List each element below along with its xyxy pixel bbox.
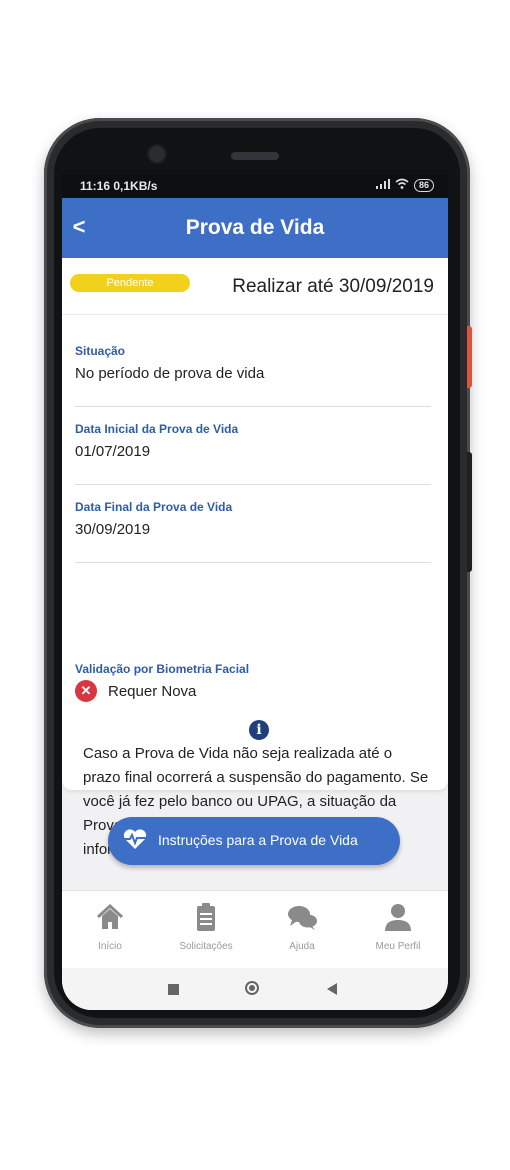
- back-nav-button[interactable]: [327, 983, 337, 995]
- recents-button[interactable]: [168, 984, 179, 995]
- status-icons: 86: [375, 178, 434, 192]
- instructions-button[interactable]: Instruções para a Prova de Vida: [108, 817, 400, 865]
- signal-icon: [375, 178, 390, 192]
- status-row: Pendente Realizar até 30/09/2019: [62, 258, 448, 315]
- front-camera: [149, 146, 165, 162]
- clipboard-icon: [197, 903, 215, 931]
- field-data-final: Data Final da Prova de Vida 30/09/2019: [75, 500, 431, 563]
- heart-pulse-icon: [122, 827, 148, 857]
- home-icon: [96, 903, 124, 929]
- deadline-text: Realizar até 30/09/2019: [232, 276, 434, 297]
- bottom-tab-bar: Início Solicitações Ajuda Meu Perfil: [62, 890, 448, 969]
- earpiece-speaker: [231, 152, 279, 160]
- tab-inicio[interactable]: Início: [62, 891, 158, 969]
- error-x-icon: ✕: [75, 680, 97, 702]
- android-nav-bar: [62, 968, 448, 1010]
- tab-ajuda[interactable]: Ajuda: [254, 891, 350, 969]
- field-value: 30/09/2019: [75, 521, 151, 538]
- biometry-label: Validação por Biometria Facial: [75, 662, 250, 676]
- power-button: [467, 326, 472, 388]
- volume-button: [467, 452, 472, 572]
- home-nav-button[interactable]: [245, 981, 259, 995]
- tab-label: Solicitações: [179, 941, 233, 952]
- app-header: < Prova de Vida: [62, 198, 448, 258]
- instructions-button-label: Instruções para a Prova de Vida: [158, 832, 358, 848]
- status-badge: Pendente: [70, 274, 190, 292]
- field-label: Data Inicial da Prova de Vida: [75, 422, 239, 436]
- field-label: Situação: [75, 344, 126, 358]
- field-situacao: Situação No período de prova de vida: [75, 344, 431, 407]
- status-bar: 11:16 0,1KB/s 86: [62, 174, 448, 198]
- wifi-icon: [395, 178, 409, 192]
- page-title: Prova de Vida: [185, 216, 325, 239]
- proof-of-life-card: Pendente Realizar até 30/09/2019 Situaçã…: [62, 258, 448, 858]
- status-time: 11:16 0,1KB/s: [80, 179, 158, 193]
- field-value: No período de prova de vida: [75, 365, 265, 382]
- field-value: 01/07/2019: [75, 443, 151, 460]
- tab-solicitacoes[interactable]: Solicitações: [158, 891, 254, 969]
- user-icon: [385, 904, 411, 931]
- tab-label: Ajuda: [289, 941, 315, 952]
- tab-meu-perfil[interactable]: Meu Perfil: [350, 891, 446, 969]
- info-icon: i: [249, 720, 269, 740]
- field-data-inicial: Data Inicial da Prova de Vida 01/07/2019: [75, 422, 431, 485]
- chat-icon: [288, 906, 317, 930]
- battery-icon: 86: [413, 178, 434, 192]
- tab-label: Início: [98, 941, 122, 952]
- phone-screen: 11:16 0,1KB/s 86 < Prova de Vida Pendent…: [62, 174, 448, 1010]
- tab-label: Meu Perfil: [375, 941, 421, 952]
- field-label: Data Final da Prova de Vida: [75, 500, 233, 514]
- biometry-value: Requer Nova: [108, 683, 197, 700]
